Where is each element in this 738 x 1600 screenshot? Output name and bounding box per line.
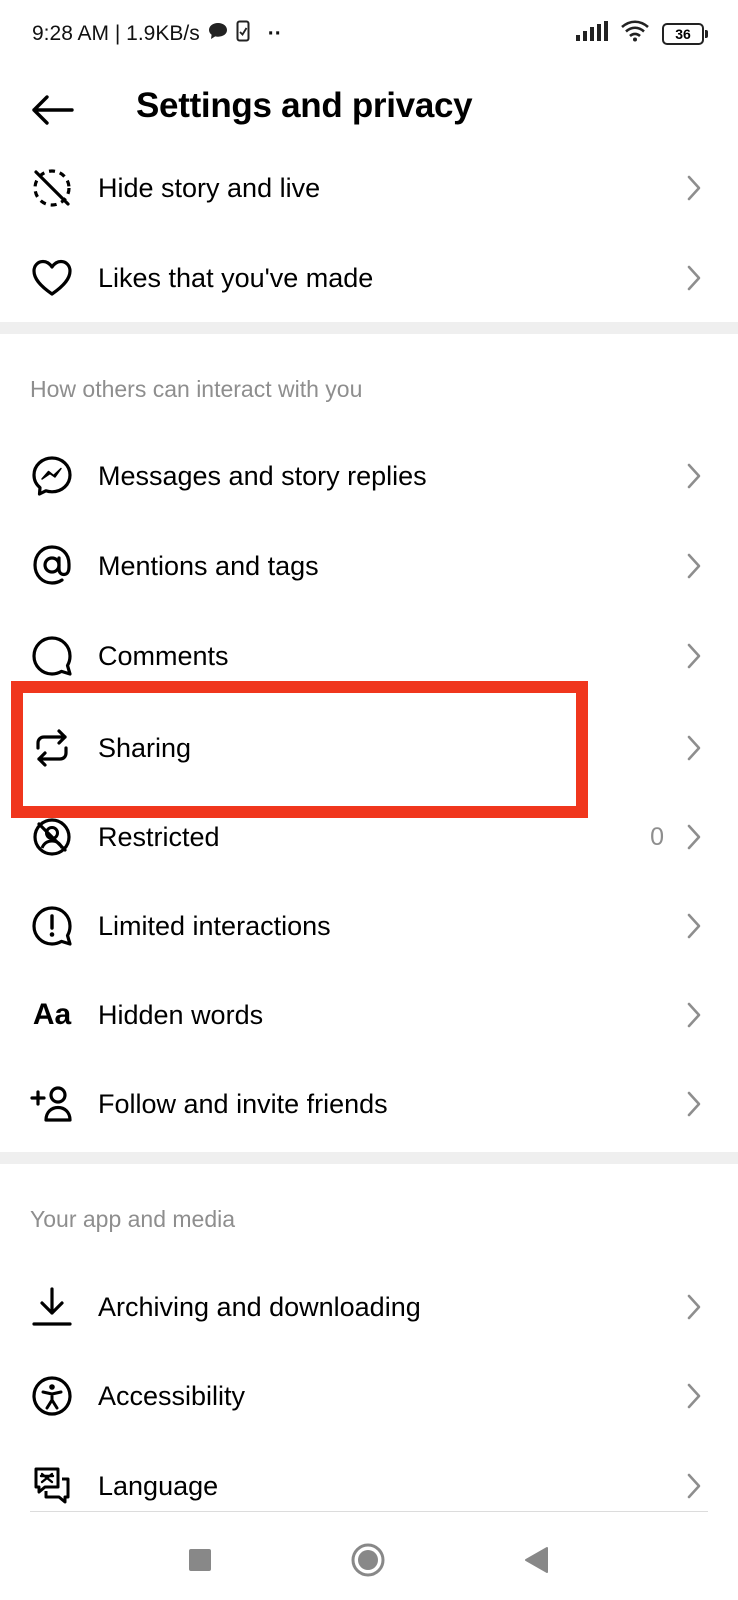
- back-arrow-icon: [32, 95, 74, 125]
- hide-story-icon: [30, 166, 74, 210]
- signal-icon: [576, 21, 608, 46]
- hidden-words-icon: Aa: [32, 998, 72, 1031]
- chevron-right-icon: [684, 911, 704, 941]
- download-icon: [30, 1285, 74, 1329]
- add-friend-icon: [30, 1082, 74, 1126]
- page-title: Settings and privacy: [136, 86, 473, 125]
- triangle-left-icon: [525, 1547, 548, 1573]
- row-restricted[interactable]: Restricted 0: [0, 793, 738, 881]
- language-icon: [30, 1464, 74, 1508]
- chevron-right-icon: [684, 733, 704, 763]
- row-follow-and-invite-friends[interactable]: Follow and invite friends: [0, 1060, 738, 1148]
- bottom-divider: [30, 1511, 708, 1512]
- chevron-right-icon: [684, 1381, 704, 1411]
- row-label: Archiving and downloading: [98, 1291, 421, 1322]
- row-accessibility[interactable]: Accessibility: [0, 1352, 738, 1440]
- row-label: Sharing: [98, 732, 192, 763]
- restricted-icon: [30, 815, 74, 859]
- chevron-right-icon: [684, 1089, 704, 1119]
- comment-icon: [30, 634, 74, 678]
- row-limited-interactions[interactable]: Limited interactions: [0, 882, 738, 970]
- row-label: Language: [98, 1470, 219, 1501]
- row-hide-story-and-live[interactable]: Hide story and live: [0, 144, 738, 232]
- row-label: Restricted: [98, 821, 220, 852]
- square-icon: [189, 1549, 211, 1571]
- chevron-right-icon: [684, 263, 704, 293]
- chevron-right-icon: [684, 461, 704, 491]
- row-comments[interactable]: Comments: [0, 612, 738, 700]
- limited-interactions-icon: [30, 904, 74, 948]
- row-label: Comments: [98, 640, 229, 671]
- chevron-right-icon: [684, 641, 704, 671]
- section-divider: [0, 1152, 738, 1164]
- system-nav-bar: [0, 1518, 738, 1600]
- row-label: Hide story and live: [98, 172, 321, 203]
- row-language[interactable]: Language: [0, 1442, 738, 1530]
- row-label: Messages and story replies: [98, 460, 427, 491]
- section-divider: [0, 322, 738, 334]
- accessibility-icon: [30, 1374, 74, 1418]
- row-label: Limited interactions: [98, 910, 331, 941]
- row-label: Hidden words: [98, 999, 264, 1030]
- more-notifications-indicator: ··: [267, 22, 282, 45]
- chevron-right-icon: [684, 1000, 704, 1030]
- row-sharing[interactable]: Sharing: [0, 704, 738, 792]
- chat-notification-icon: [208, 22, 228, 46]
- row-label: Follow and invite friends: [98, 1088, 388, 1119]
- row-label: Likes that you've made: [98, 262, 374, 293]
- wifi-icon: [620, 20, 650, 47]
- status-time-speed: 9:28 AM | 1.9KB/s: [32, 22, 200, 45]
- recent-apps-button[interactable]: [178, 1538, 222, 1582]
- status-bar: 9:28 AM | 1.9KB/s ·· 36: [0, 0, 738, 70]
- row-messages-and-story-replies[interactable]: Messages and story replies: [0, 432, 738, 520]
- header: Settings and privacy: [0, 70, 738, 150]
- at-sign-icon: [30, 544, 74, 588]
- row-label: Accessibility: [98, 1380, 246, 1411]
- row-likes-youve-made[interactable]: Likes that you've made: [0, 234, 738, 322]
- section-title-app-media: Your app and media: [30, 1206, 236, 1232]
- heart-icon: [30, 256, 74, 300]
- back-button[interactable]: [30, 90, 74, 130]
- chevron-right-icon: [684, 1292, 704, 1322]
- row-mentions-and-tags[interactable]: Mentions and tags: [0, 522, 738, 610]
- row-label: Mentions and tags: [98, 550, 319, 581]
- chevron-right-icon: [684, 822, 704, 852]
- back-nav-button[interactable]: [514, 1538, 558, 1582]
- chevron-right-icon: [684, 173, 704, 203]
- section-title-interactions: How others can interact with you: [30, 376, 363, 402]
- repost-icon: [30, 726, 74, 770]
- restricted-count: 0: [650, 822, 664, 851]
- battery-level: 36: [662, 22, 704, 45]
- row-hidden-words[interactable]: Aa Hidden words: [0, 971, 738, 1059]
- chevron-right-icon: [684, 1471, 704, 1501]
- circle-icon: [351, 1543, 385, 1577]
- home-button[interactable]: [346, 1538, 390, 1582]
- row-archiving-and-downloading[interactable]: Archiving and downloading: [0, 1263, 738, 1351]
- messenger-icon: [30, 454, 74, 498]
- phone-notification-icon: [236, 20, 250, 48]
- battery-icon: 36: [662, 22, 708, 45]
- chevron-right-icon: [684, 551, 704, 581]
